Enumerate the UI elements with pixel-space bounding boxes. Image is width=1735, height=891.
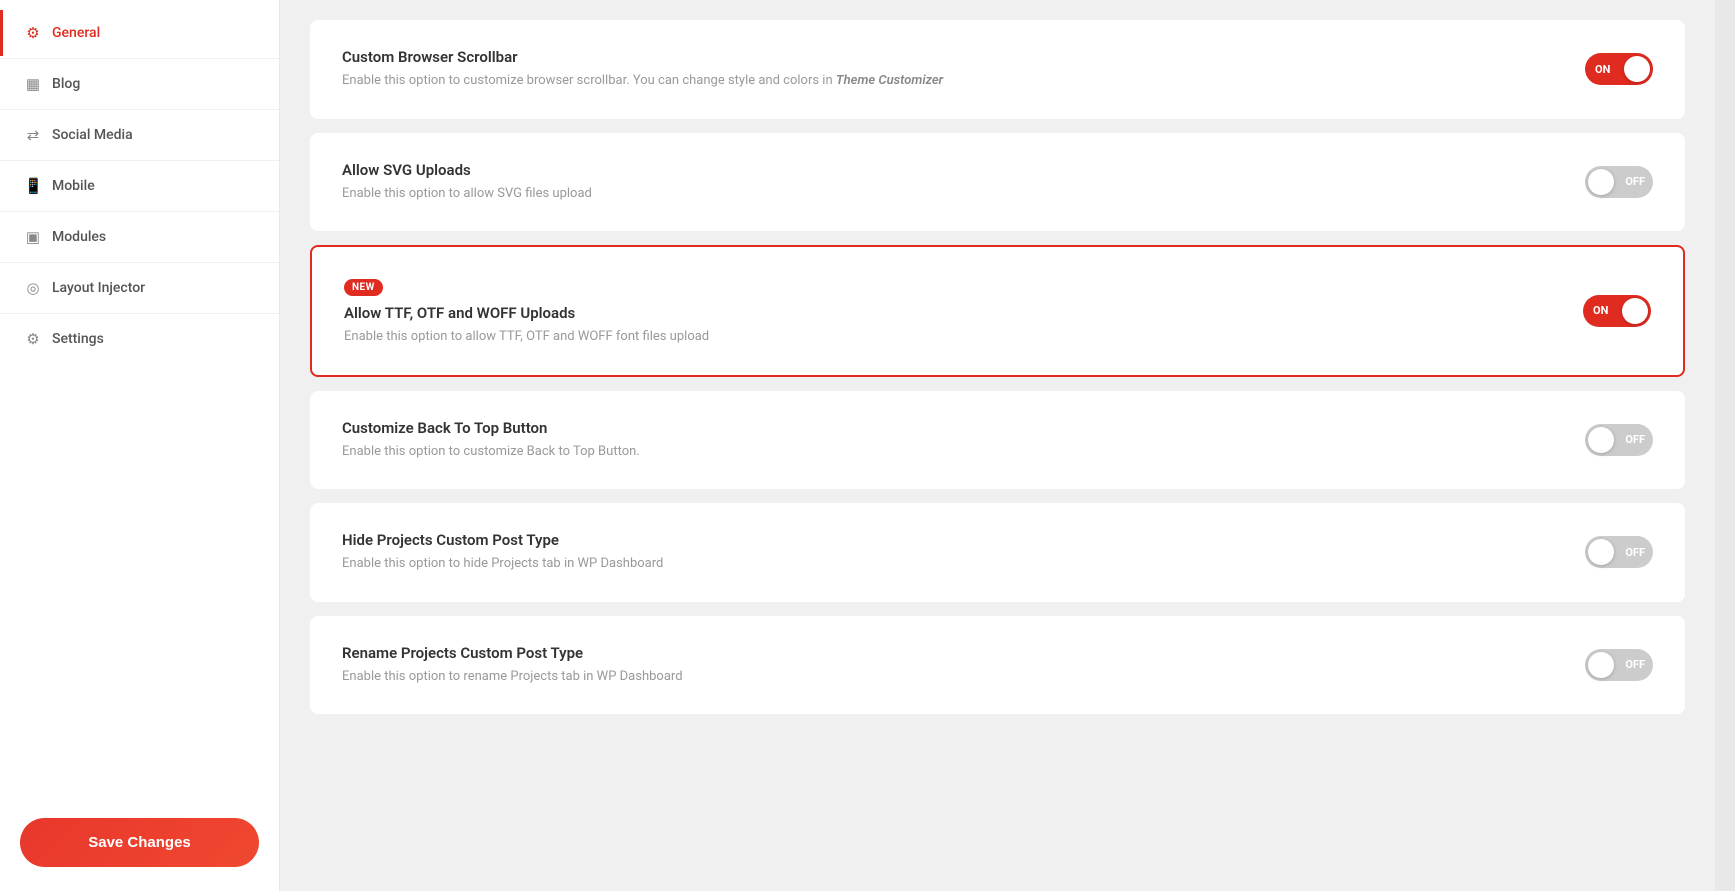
blog-icon: ▦ bbox=[24, 75, 42, 93]
toggle-allow-ttf-otf-woff[interactable]: ON bbox=[1583, 295, 1651, 327]
setting-card-allow-svg-uploads: Allow SVG Uploads Enable this option to … bbox=[310, 133, 1685, 232]
toggle-knob bbox=[1588, 539, 1614, 565]
setting-title: Allow SVG Uploads bbox=[342, 161, 1545, 179]
setting-card-hide-projects-custom-post-type: Hide Projects Custom Post Type Enable th… bbox=[310, 503, 1685, 602]
setting-info: Rename Projects Custom Post Type Enable … bbox=[342, 644, 1545, 687]
setting-card-allow-ttf-otf-woff: NEW Allow TTF, OTF and WOFF Uploads Enab… bbox=[310, 245, 1685, 377]
right-panel bbox=[1715, 0, 1735, 891]
setting-info: Hide Projects Custom Post Type Enable th… bbox=[342, 531, 1545, 574]
modules-icon: ▣ bbox=[24, 228, 42, 246]
save-button-container: Save Changes bbox=[0, 794, 279, 891]
social-media-icon: ⇄ bbox=[24, 126, 42, 144]
sidebar-item-layout-injector[interactable]: ◎ Layout Injector bbox=[0, 265, 279, 311]
settings-icon: ⚙ bbox=[24, 330, 42, 348]
layout-injector-icon: ◎ bbox=[24, 279, 42, 297]
toggle-allow-svg-uploads[interactable]: OFF bbox=[1585, 166, 1653, 198]
setting-title: Rename Projects Custom Post Type bbox=[342, 644, 1545, 662]
setting-info: Allow SVG Uploads Enable this option to … bbox=[342, 161, 1545, 204]
setting-info: Custom Browser Scrollbar Enable this opt… bbox=[342, 48, 1545, 91]
sidebar-item-label: Modules bbox=[52, 229, 106, 245]
toggle-custom-browser-scrollbar[interactable]: ON bbox=[1585, 53, 1653, 85]
toggle-label: ON bbox=[1595, 63, 1610, 76]
divider bbox=[0, 262, 279, 263]
setting-title: Hide Projects Custom Post Type bbox=[342, 531, 1545, 549]
setting-desc: Enable this option to customize Back to … bbox=[342, 442, 1545, 462]
setting-title: Custom Browser Scrollbar bbox=[342, 48, 1545, 66]
main-content: Custom Browser Scrollbar Enable this opt… bbox=[280, 0, 1715, 891]
toggle-container: ON bbox=[1585, 53, 1653, 85]
sidebar-item-label: General bbox=[52, 25, 100, 41]
toggle-knob bbox=[1622, 298, 1648, 324]
setting-card-customize-back-to-top: Customize Back To Top Button Enable this… bbox=[310, 391, 1685, 490]
setting-desc: Enable this option to hide Projects tab … bbox=[342, 554, 1545, 574]
toggle-knob bbox=[1624, 56, 1650, 82]
toggle-container: OFF bbox=[1585, 649, 1653, 681]
setting-desc: Enable this option to rename Projects ta… bbox=[342, 667, 1545, 687]
sidebar-item-label: Blog bbox=[52, 76, 80, 92]
new-badge: NEW bbox=[344, 279, 383, 296]
toggle-container: ON bbox=[1583, 295, 1651, 327]
save-changes-button[interactable]: Save Changes bbox=[20, 818, 259, 867]
toggle-knob bbox=[1588, 427, 1614, 453]
toggle-container: OFF bbox=[1585, 424, 1653, 456]
toggle-label: OFF bbox=[1625, 175, 1645, 188]
toggle-container: OFF bbox=[1585, 536, 1653, 568]
sidebar-item-social-media[interactable]: ⇄ Social Media bbox=[0, 112, 279, 158]
divider bbox=[0, 160, 279, 161]
divider bbox=[0, 211, 279, 212]
toggle-label: ON bbox=[1593, 304, 1608, 317]
setting-card-rename-projects-custom-post-type: Rename Projects Custom Post Type Enable … bbox=[310, 616, 1685, 715]
toggle-knob bbox=[1588, 169, 1614, 195]
setting-card-custom-browser-scrollbar: Custom Browser Scrollbar Enable this opt… bbox=[310, 20, 1685, 119]
divider bbox=[0, 109, 279, 110]
setting-title: Allow TTF, OTF and WOFF Uploads bbox=[344, 304, 1543, 322]
mobile-icon: 📱 bbox=[24, 177, 42, 195]
toggle-customize-back-to-top[interactable]: OFF bbox=[1585, 424, 1653, 456]
sidebar-item-general[interactable]: ⚙ General bbox=[0, 10, 279, 56]
toggle-label: OFF bbox=[1625, 546, 1645, 559]
setting-info: NEW Allow TTF, OTF and WOFF Uploads Enab… bbox=[344, 275, 1543, 347]
sidebar-item-blog[interactable]: ▦ Blog bbox=[0, 61, 279, 107]
sidebar-item-modules[interactable]: ▣ Modules bbox=[0, 214, 279, 260]
setting-info: Customize Back To Top Button Enable this… bbox=[342, 419, 1545, 462]
toggle-hide-projects-custom-post-type[interactable]: OFF bbox=[1585, 536, 1653, 568]
sidebar-item-label: Social Media bbox=[52, 127, 133, 143]
toggle-label: OFF bbox=[1625, 433, 1645, 446]
setting-desc: Enable this option to allow SVG files up… bbox=[342, 184, 1545, 204]
sidebar-item-mobile[interactable]: 📱 Mobile bbox=[0, 163, 279, 209]
sidebar-item-label: Settings bbox=[52, 331, 104, 347]
toggle-label: OFF bbox=[1625, 658, 1645, 671]
sidebar-item-settings[interactable]: ⚙ Settings bbox=[0, 316, 279, 362]
sidebar: ⚙ General ▦ Blog ⇄ Social Media 📱 Mobile… bbox=[0, 0, 280, 891]
setting-desc: Enable this option to allow TTF, OTF and… bbox=[344, 327, 1543, 347]
divider bbox=[0, 313, 279, 314]
setting-title: Customize Back To Top Button bbox=[342, 419, 1545, 437]
divider bbox=[0, 58, 279, 59]
setting-desc: Enable this option to customize browser … bbox=[342, 71, 1545, 91]
sidebar-item-label: Mobile bbox=[52, 178, 95, 194]
toggle-rename-projects-custom-post-type[interactable]: OFF bbox=[1585, 649, 1653, 681]
toggle-container: OFF bbox=[1585, 166, 1653, 198]
sidebar-item-label: Layout Injector bbox=[52, 280, 145, 296]
toggle-knob bbox=[1588, 652, 1614, 678]
gear-icon: ⚙ bbox=[24, 24, 42, 42]
